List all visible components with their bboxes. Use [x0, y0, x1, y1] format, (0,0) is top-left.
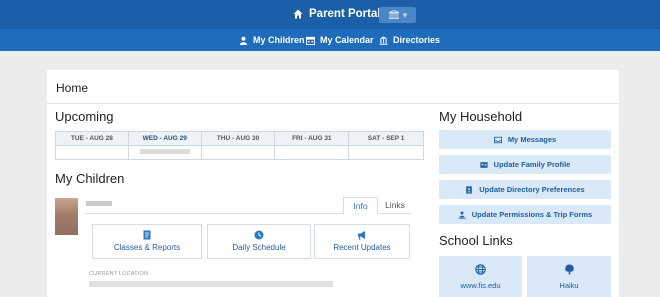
top-bar: Parent Portal ▾: [0, 0, 660, 29]
tab-info[interactable]: Info: [343, 197, 378, 214]
id-card-icon: [480, 161, 488, 168]
day-header-today[interactable]: WED - AUG 29: [127, 131, 202, 146]
my-messages-label: My Messages: [507, 135, 557, 144]
link-fis-label: www.fis.edu: [460, 281, 501, 290]
current-location-redacted: [89, 281, 333, 287]
school-switch-icon: [388, 10, 399, 19]
person-icon: [239, 36, 248, 45]
person-download-icon: [458, 211, 466, 219]
nav-my-calendar[interactable]: My Calendar: [306, 35, 374, 45]
daily-schedule-card[interactable]: Daily Schedule: [207, 224, 311, 259]
redacted-event: [139, 149, 190, 154]
portal-switcher[interactable]: ▾: [379, 7, 416, 23]
day-header[interactable]: FRI - AUG 31: [274, 131, 350, 146]
daily-schedule-label: Daily Schedule: [232, 243, 286, 252]
nav-my-children-label: My Children: [253, 35, 305, 45]
calendar-icon: [306, 36, 315, 45]
globe-icon: [475, 264, 486, 275]
tab-links[interactable]: Links: [381, 197, 409, 214]
nav-directories-label: Directories: [393, 35, 441, 45]
my-messages-button[interactable]: My Messages: [439, 130, 611, 149]
divider: [47, 103, 619, 104]
school-links-heading: School Links: [439, 233, 513, 248]
day-cell[interactable]: [200, 145, 276, 160]
main-panel: Home Upcoming TUE - AUG 28 WED - AUG 29 …: [47, 70, 619, 297]
classes-reports-label: Classes & Reports: [113, 243, 181, 252]
document-icon: [143, 230, 151, 240]
portal-title-label: Parent Portal: [309, 8, 381, 20]
link-tile-fis[interactable]: www.fis.edu: [439, 256, 522, 297]
portal-title[interactable]: Parent Portal: [293, 8, 381, 20]
update-directory-preferences-button[interactable]: Update Directory Preferences: [439, 180, 611, 199]
home-icon: [293, 9, 303, 19]
tree-icon: [564, 264, 574, 275]
clock-icon: [254, 230, 264, 240]
nav-directories[interactable]: Directories: [379, 35, 440, 45]
upcoming-heading: Upcoming: [55, 109, 114, 124]
recent-updates-label: Recent Updates: [333, 243, 391, 252]
day-header[interactable]: SAT - SEP 1: [348, 131, 424, 146]
day-header[interactable]: TUE - AUG 28: [55, 131, 129, 146]
update-family-profile-label: Update Family Profile: [493, 160, 571, 169]
recent-updates-card[interactable]: Recent Updates: [314, 224, 410, 259]
upcoming-calendar: TUE - AUG 28 WED - AUG 29 THU - AUG 30 F…: [55, 131, 424, 160]
child-name-redacted: [86, 201, 112, 206]
day-cell[interactable]: [127, 145, 202, 160]
update-directory-preferences-label: Update Directory Preferences: [479, 185, 585, 194]
avatar[interactable]: [55, 198, 78, 235]
update-permissions-button[interactable]: Update Permissions & Trip Forms: [439, 205, 611, 224]
current-location-label: CURRENT LOCATION: [89, 271, 149, 277]
day-header[interactable]: THU - AUG 30: [200, 131, 276, 146]
address-book-icon: [466, 185, 473, 194]
update-family-profile-button[interactable]: Update Family Profile: [439, 155, 611, 174]
school-building-icon: [379, 35, 388, 45]
link-tile-haiku[interactable]: Haiku: [527, 256, 611, 297]
day-cell[interactable]: [348, 145, 424, 160]
nav-my-children[interactable]: My Children: [239, 35, 305, 45]
inbox-icon: [493, 136, 502, 143]
switcher-caret: ▾: [402, 9, 408, 20]
main-nav: My Children My Calendar Directories: [0, 29, 660, 51]
my-children-heading: My Children: [55, 171, 125, 186]
megaphone-icon: [358, 231, 365, 240]
nav-my-calendar-label: My Calendar: [320, 35, 374, 45]
day-cell[interactable]: [274, 145, 350, 160]
breadcrumb[interactable]: Home: [56, 81, 88, 95]
my-household-heading: My Household: [439, 109, 523, 124]
day-cell[interactable]: [55, 145, 129, 160]
link-haiku-label: Haiku: [559, 281, 579, 290]
update-permissions-label: Update Permissions & Trip Forms: [471, 210, 593, 219]
classes-reports-card[interactable]: Classes & Reports: [92, 224, 202, 259]
